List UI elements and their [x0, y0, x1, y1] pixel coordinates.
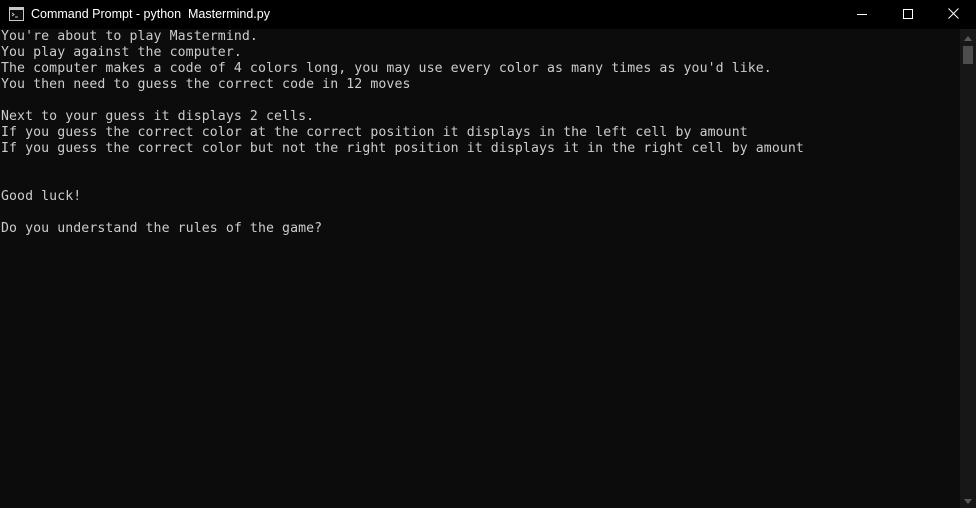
maximize-icon: [903, 6, 913, 24]
vertical-scrollbar[interactable]: [960, 29, 976, 508]
scroll-down-button[interactable]: [960, 492, 976, 508]
scrollbar-thumb[interactable]: [963, 46, 973, 64]
console-output[interactable]: You're about to play Mastermind. You pla…: [0, 29, 960, 508]
window-title: Command Prompt - python Mastermind.py: [31, 7, 270, 21]
close-button[interactable]: [931, 0, 976, 29]
console-lines: You're about to play Mastermind. You pla…: [0, 29, 960, 237]
title-bar[interactable]: Command Prompt - python Mastermind.py: [0, 0, 976, 29]
maximize-button[interactable]: [885, 0, 931, 29]
console-line: Next to your guess it displays 2 cells.: [1, 109, 315, 124]
console-line: If you guess the correct color at the co…: [1, 125, 748, 140]
console-line: Good luck!: [1, 189, 82, 204]
console-prompt-line: Do you understand the rules of the game?: [1, 221, 323, 236]
console-line: You then need to guess the correct code …: [1, 77, 411, 92]
console-line: If you guess the correct color but not t…: [1, 141, 804, 156]
minimize-button[interactable]: [839, 0, 885, 29]
close-icon: [948, 6, 959, 24]
minimize-icon: [857, 6, 867, 24]
arrow-up-icon: [964, 28, 972, 46]
console-line: The computer makes a code of 4 colors lo…: [1, 61, 772, 76]
command-prompt-window: Command Prompt - python Mastermind.py Yo…: [0, 0, 976, 508]
scroll-up-button[interactable]: [960, 29, 976, 45]
arrow-down-icon: [964, 491, 972, 508]
console-line: You're about to play Mastermind.: [1, 29, 258, 44]
console-line: You play against the computer.: [1, 45, 242, 60]
command-prompt-icon[interactable]: [9, 7, 24, 21]
